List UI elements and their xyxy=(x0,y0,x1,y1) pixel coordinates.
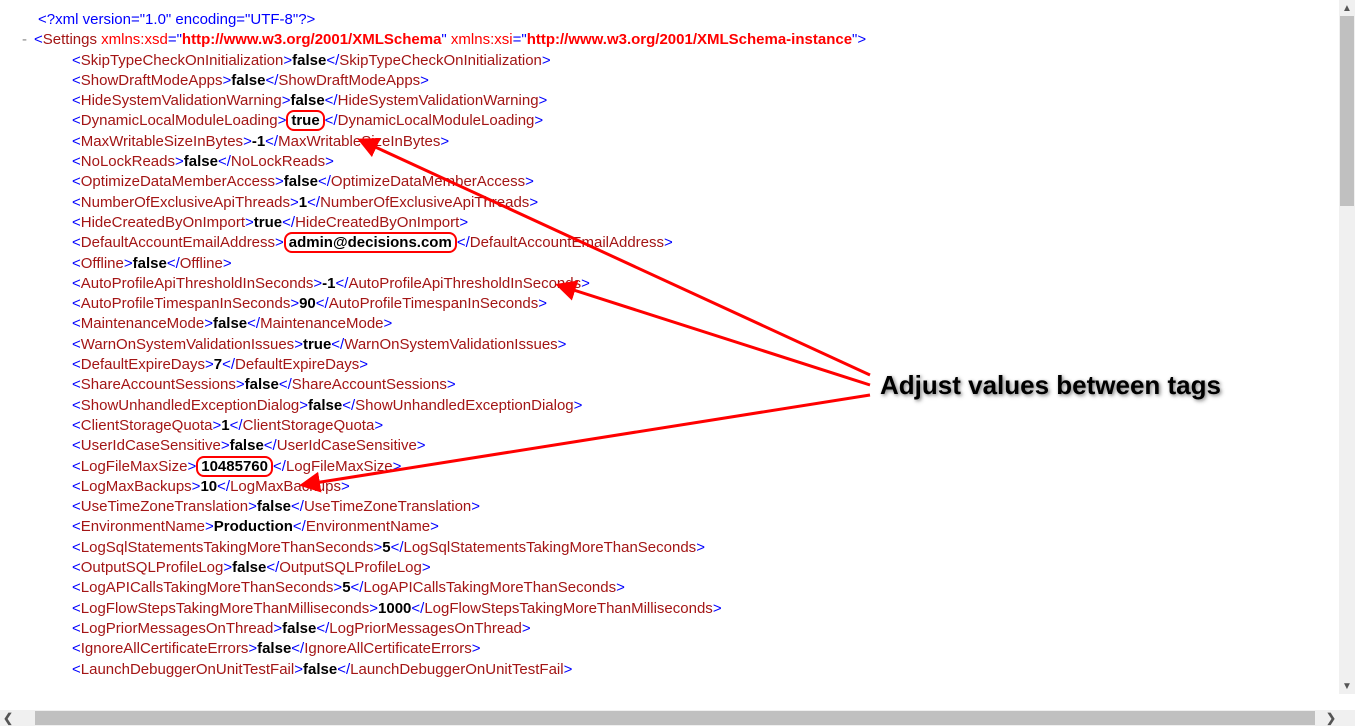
xml-value-ClientStorageQuota[interactable]: 1 xyxy=(221,417,229,434)
xml-value-UseTimeZoneTranslation[interactable]: false xyxy=(257,498,291,515)
xml-value-Offline[interactable]: false xyxy=(133,255,167,272)
xml-line: <?xml version="1.0" encoding="UTF-8"?> xyxy=(0,10,1339,30)
xml-element-DynamicLocalModuleLoading: <DynamicLocalModuleLoading>true</Dynamic… xyxy=(0,111,1339,131)
vertical-scrollbar[interactable]: ▲ ▼ xyxy=(1339,0,1355,694)
xml-value-WarnOnSystemValidationIssues[interactable]: true xyxy=(303,336,331,353)
xml-element-LogFlowStepsTakingMoreThanMilliseconds: <LogFlowStepsTakingMoreThanMilliseconds>… xyxy=(0,599,1339,619)
xml-value-ShareAccountSessions[interactable]: false xyxy=(245,376,279,393)
xml-value-LogSqlStatementsTakingMoreThanSeconds[interactable]: 5 xyxy=(382,539,390,556)
xml-element-OptimizeDataMemberAccess: <OptimizeDataMemberAccess>false</Optimiz… xyxy=(0,172,1339,192)
scroll-right-arrow-icon[interactable]: ❯ xyxy=(1323,710,1339,726)
xml-element-HideCreatedByOnImport: <HideCreatedByOnImport>true</HideCreated… xyxy=(0,213,1339,233)
xml-element-WarnOnSystemValidationIssues: <WarnOnSystemValidationIssues>true</Warn… xyxy=(0,335,1339,355)
xml-value-UserIdCaseSensitive[interactable]: false xyxy=(230,437,264,454)
xml-element-UseTimeZoneTranslation: <UseTimeZoneTranslation>false</UseTimeZo… xyxy=(0,497,1339,517)
xml-value-EnvironmentName[interactable]: Production xyxy=(214,518,293,535)
xml-value-OptimizeDataMemberAccess[interactable]: false xyxy=(284,173,318,190)
xml-element-UserIdCaseSensitive: <UserIdCaseSensitive>false</UserIdCaseSe… xyxy=(0,436,1339,456)
scrollbar-corner xyxy=(1339,710,1355,726)
xml-element-EnvironmentName: <EnvironmentName>Production</Environment… xyxy=(0,517,1339,537)
xml-value-MaxWritableSizeInBytes[interactable]: -1 xyxy=(252,133,265,150)
xml-element-ShowDraftModeApps: <ShowDraftModeApps>false</ShowDraftModeA… xyxy=(0,71,1339,91)
xml-value-NoLockReads[interactable]: false xyxy=(184,153,218,170)
xml-element-MaintenanceMode: <MaintenanceMode>false</MaintenanceMode> xyxy=(0,314,1339,334)
xml-element-LogAPICallsTakingMoreThanSeconds: <LogAPICallsTakingMoreThanSeconds>5</Log… xyxy=(0,578,1339,598)
xml-element-ClientStorageQuota: <ClientStorageQuota>1</ClientStorageQuot… xyxy=(0,416,1339,436)
xml-value-ShowDraftModeApps[interactable]: false xyxy=(231,72,265,89)
scroll-up-arrow-icon[interactable]: ▲ xyxy=(1339,0,1355,16)
xml-element-SkipTypeCheckOnInitialization: <SkipTypeCheckOnInitialization>false</Sk… xyxy=(0,51,1339,71)
xml-element-OutputSQLProfileLog: <OutputSQLProfileLog>false</OutputSQLPro… xyxy=(0,558,1339,578)
xml-value-NumberOfExclusiveApiThreads[interactable]: 1 xyxy=(299,194,307,211)
xml-element-AutoProfileTimespanInSeconds: <AutoProfileTimespanInSeconds>90</AutoPr… xyxy=(0,294,1339,314)
horizontal-scrollbar[interactable]: ❮ ❯ xyxy=(0,710,1339,726)
xml-element-LogMaxBackups: <LogMaxBackups>10</LogMaxBackups> xyxy=(0,477,1339,497)
xml-value-MaintenanceMode[interactable]: false xyxy=(213,315,247,332)
xml-element-DefaultAccountEmailAddress: <DefaultAccountEmailAddress>admin@decisi… xyxy=(0,233,1339,253)
xml-value-OutputSQLProfileLog[interactable]: false xyxy=(232,559,266,576)
xml-element-ShowUnhandledExceptionDialog: <ShowUnhandledExceptionDialog>false</Sho… xyxy=(0,396,1339,416)
xml-value-AutoProfileTimespanInSeconds[interactable]: 90 xyxy=(299,295,316,312)
xml-value-HideCreatedByOnImport[interactable]: true xyxy=(254,214,282,231)
xml-element-IgnoreAllCertificateErrors: <IgnoreAllCertificateErrors>false</Ignor… xyxy=(0,639,1339,659)
xml-element-LogPriorMessagesOnThread: <LogPriorMessagesOnThread>false</LogPrio… xyxy=(0,619,1339,639)
xml-element-HideSystemValidationWarning: <HideSystemValidationWarning>false</Hide… xyxy=(0,91,1339,111)
xml-element-AutoProfileApiThresholdInSeconds: <AutoProfileApiThresholdInSeconds>-1</Au… xyxy=(0,274,1339,294)
xml-value-LogPriorMessagesOnThread[interactable]: false xyxy=(282,620,316,637)
xml-element-LogFileMaxSize: <LogFileMaxSize>10485760</LogFileMaxSize… xyxy=(0,457,1339,477)
xml-element-MaxWritableSizeInBytes: <MaxWritableSizeInBytes>-1</MaxWritableS… xyxy=(0,132,1339,152)
xml-value-LaunchDebuggerOnUnitTestFail[interactable]: false xyxy=(303,661,337,678)
xml-value-LogAPICallsTakingMoreThanSeconds[interactable]: 5 xyxy=(342,579,350,596)
xml-value-HideSystemValidationWarning[interactable]: false xyxy=(290,92,324,109)
xml-element-DefaultExpireDays: <DefaultExpireDays>7</DefaultExpireDays> xyxy=(0,355,1339,375)
collapse-toggle[interactable]: - xyxy=(22,30,34,50)
xml-element-Offline: <Offline>false</Offline> xyxy=(0,254,1339,274)
xml-element-LaunchDebuggerOnUnitTestFail: <LaunchDebuggerOnUnitTestFail>false</Lau… xyxy=(0,660,1339,680)
xml-value-SkipTypeCheckOnInitialization[interactable]: false xyxy=(292,52,326,69)
xml-element-NumberOfExclusiveApiThreads: <NumberOfExclusiveApiThreads>1</NumberOf… xyxy=(0,193,1339,213)
xml-value-ShowUnhandledExceptionDialog[interactable]: false xyxy=(308,397,342,414)
xml-element-ShareAccountSessions: <ShareAccountSessions>false</ShareAccoun… xyxy=(0,375,1339,395)
xml-element-LogSqlStatementsTakingMoreThanSeconds: <LogSqlStatementsTakingMoreThanSeconds>5… xyxy=(0,538,1339,558)
scroll-down-arrow-icon[interactable]: ▼ xyxy=(1339,678,1355,694)
xml-viewer-pane[interactable]: <?xml version="1.0" encoding="UTF-8"?>-<… xyxy=(0,0,1339,694)
xml-value-LogFileMaxSize[interactable]: 10485760 xyxy=(196,456,273,477)
xml-value-DynamicLocalModuleLoading[interactable]: true xyxy=(286,110,324,131)
horizontal-scroll-thumb[interactable] xyxy=(35,711,1315,725)
xml-value-IgnoreAllCertificateErrors[interactable]: false xyxy=(257,640,291,657)
xml-value-LogMaxBackups[interactable]: 10 xyxy=(200,478,217,495)
xml-content: <?xml version="1.0" encoding="UTF-8"?>-<… xyxy=(0,0,1339,680)
xml-value-LogFlowStepsTakingMoreThanMilliseconds[interactable]: 1000 xyxy=(378,600,411,617)
xml-element-NoLockReads: <NoLockReads>false</NoLockReads> xyxy=(0,152,1339,172)
scroll-left-arrow-icon[interactable]: ❮ xyxy=(0,710,16,726)
xml-value-DefaultExpireDays[interactable]: 7 xyxy=(214,356,222,373)
xml-line: -<Settings xmlns:xsd="http://www.w3.org/… xyxy=(0,30,1339,50)
xml-value-AutoProfileApiThresholdInSeconds[interactable]: -1 xyxy=(322,275,335,292)
xml-value-DefaultAccountEmailAddress[interactable]: admin@decisions.com xyxy=(284,232,457,253)
vertical-scroll-thumb[interactable] xyxy=(1340,16,1354,206)
